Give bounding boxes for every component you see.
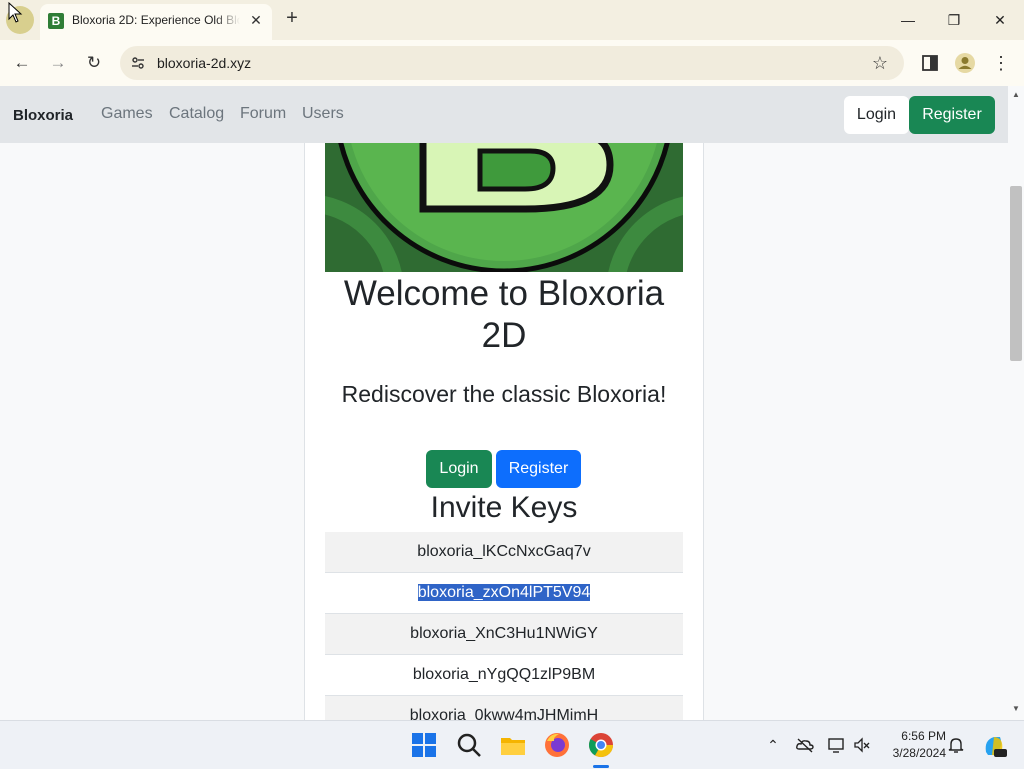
window-restore-button[interactable]: ❐ <box>934 6 974 34</box>
scroll-down-arrow-icon[interactable]: ▼ <box>1012 704 1020 713</box>
tab-favicon-icon: B <box>48 13 64 29</box>
browser-tab[interactable]: B Bloxoria 2D: Experience Old Bloxoria ✕ <box>40 4 272 40</box>
mouse-cursor-icon <box>8 2 23 23</box>
invite-key-row: bloxoria_XnC3Hu1NWiGY <box>325 614 683 655</box>
content-card: Welcome to Bloxoria 2D Rediscover the cl… <box>304 143 704 720</box>
invite-keys-title: Invite Keys <box>430 491 578 524</box>
bookmark-star-icon[interactable]: ☆ <box>870 53 890 73</box>
invite-key-value[interactable]: bloxoria_lKCcNxcGaq7v <box>417 543 590 560</box>
volume-muted-icon[interactable] <box>852 735 872 755</box>
browser-toolbar: ← → ↻ bloxoria-2d.xyz ☆ ⋮ <box>0 40 1024 86</box>
firefox-icon[interactable] <box>543 731 571 759</box>
site-info-icon[interactable] <box>130 55 146 71</box>
hero-subtitle: Rediscover the classic Bloxoria! <box>341 381 667 407</box>
invite-keys-table: bloxoria_lKCcNxcGaq7v bloxoria_zxOn4lPT5… <box>325 532 683 720</box>
hero-title: Welcome to Bloxoria 2D <box>343 274 665 355</box>
page-scrollbar[interactable]: ▲ ▼ <box>1008 86 1024 720</box>
hero-login-button[interactable]: Login <box>426 450 492 488</box>
invite-key-value[interactable]: bloxoria_0kww4mJHMimH <box>410 707 598 720</box>
taskbar-date[interactable]: 3/28/2024 <box>882 746 946 760</box>
invite-key-value[interactable]: bloxoria_nYgQQ1zlP9BM <box>413 666 595 683</box>
hero-banner-image <box>325 143 683 272</box>
nav-forum-link[interactable]: Forum <box>240 105 286 123</box>
copilot-icon[interactable] <box>980 732 1008 760</box>
invite-key-value-selected[interactable]: bloxoria_zxOn4lPT5V94 <box>417 584 591 601</box>
profile-avatar-icon[interactable] <box>954 52 976 74</box>
windows-taskbar: ⌃ 6:56 PM 3/28/2024 <box>0 720 1024 769</box>
display-icon[interactable] <box>827 735 847 755</box>
back-button[interactable]: ← <box>10 51 34 75</box>
reload-button[interactable]: ↻ <box>82 51 106 75</box>
tab-title: Bloxoria 2D: Experience Old Bloxoria <box>72 13 240 27</box>
browser-menu-icon[interactable]: ⋮ <box>990 52 1012 74</box>
navbar-register-button[interactable]: Register <box>909 96 995 134</box>
new-tab-button[interactable]: + <box>282 8 302 28</box>
address-bar[interactable]: bloxoria-2d.xyz ☆ <box>120 46 904 80</box>
url-text[interactable]: bloxoria-2d.xyz <box>157 55 251 71</box>
scrollbar-thumb[interactable] <box>1010 186 1022 361</box>
tab-close-icon[interactable]: ✕ <box>248 12 264 28</box>
side-panel-icon[interactable] <box>919 52 941 74</box>
nav-users-link[interactable]: Users <box>302 105 344 123</box>
scroll-up-arrow-icon[interactable]: ▲ <box>1012 90 1020 99</box>
site-navbar: Bloxoria Games Catalog Forum Users Login… <box>0 86 1008 143</box>
nav-catalog-link[interactable]: Catalog <box>169 105 224 123</box>
invite-key-row: bloxoria_0kww4mJHMimH <box>325 696 683 720</box>
onedrive-offline-icon[interactable] <box>795 735 815 755</box>
windows-start-icon[interactable] <box>410 731 438 759</box>
nav-games-link[interactable]: Games <box>101 105 153 123</box>
notification-bell-icon[interactable] <box>946 735 966 755</box>
invite-key-row: bloxoria_nYgQQ1zlP9BM <box>325 655 683 696</box>
page-viewport: Bloxoria Games Catalog Forum Users Login… <box>0 86 1008 720</box>
invite-key-row: bloxoria_zxOn4lPT5V94 <box>325 573 683 614</box>
search-icon[interactable] <box>455 731 483 759</box>
navbar-login-button[interactable]: Login <box>844 96 909 134</box>
invite-key-row: bloxoria_lKCcNxcGaq7v <box>325 532 683 573</box>
window-minimize-button[interactable]: — <box>888 6 928 34</box>
chrome-icon[interactable] <box>587 731 615 759</box>
file-explorer-icon[interactable] <box>499 731 527 759</box>
browser-titlebar: B Bloxoria 2D: Experience Old Bloxoria ✕… <box>0 0 1024 40</box>
site-brand[interactable]: Bloxoria <box>13 107 73 124</box>
forward-button[interactable]: → <box>46 51 70 75</box>
window-close-button[interactable]: ✕ <box>980 6 1020 34</box>
invite-key-value[interactable]: bloxoria_XnC3Hu1NWiGY <box>410 625 598 642</box>
taskbar-time[interactable]: 6:56 PM <box>896 729 946 743</box>
hero-register-button[interactable]: Register <box>496 450 581 488</box>
tray-overflow-chevron-icon[interactable]: ⌃ <box>763 735 783 755</box>
